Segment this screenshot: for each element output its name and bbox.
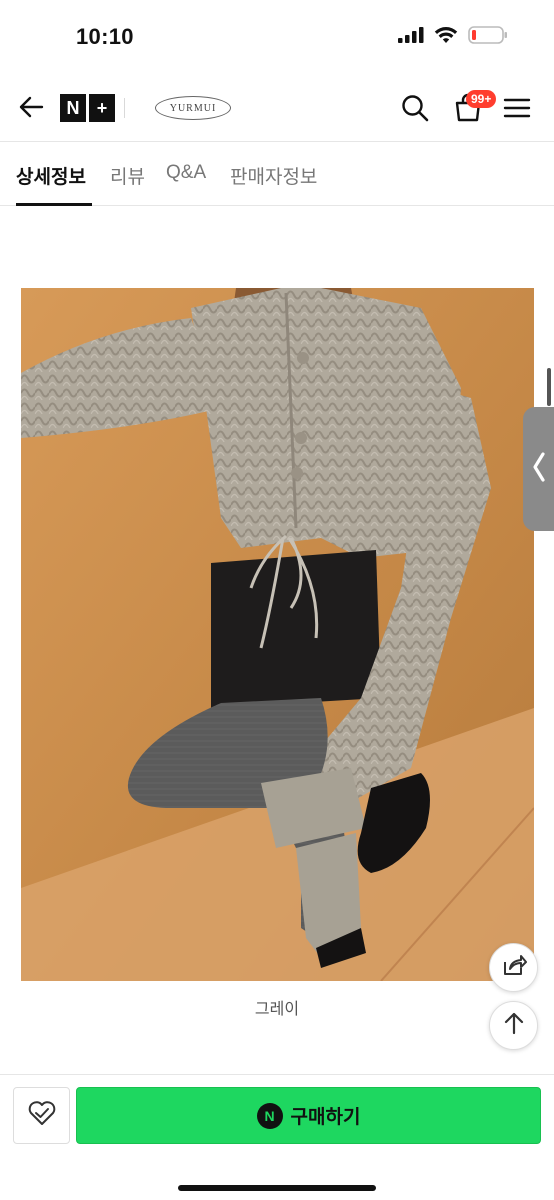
header: N + YURMUI 99+: [0, 76, 554, 142]
buy-button-label: 구매하기: [290, 1107, 361, 1128]
search-icon: [400, 95, 430, 127]
battery-low-icon: [468, 26, 508, 49]
image-caption: 그레이: [254, 1001, 300, 1018]
product-image[interactable]: [21, 288, 534, 981]
shopping-bag-icon: [452, 93, 484, 128]
brand-logo-text: YURMUI: [169, 102, 217, 114]
menu-button[interactable]: [503, 96, 531, 120]
back-button[interactable]: [16, 94, 46, 124]
wishlist-button[interactable]: [13, 1087, 70, 1144]
tab-detail-info[interactable]: 상세정보: [16, 162, 92, 206]
nplus-logo[interactable]: N +: [60, 94, 115, 122]
detail-tabs: 상세정보 리뷰 Q&A 판매자정보: [0, 142, 554, 206]
chevron-left-icon: [531, 450, 547, 489]
heart-check-icon: [27, 1099, 57, 1132]
arrow-up-icon: [503, 1011, 525, 1040]
header-divider: [124, 98, 125, 118]
bottom-action-bar: N 구매하기: [0, 1074, 554, 1200]
signal-icon: [398, 27, 424, 48]
tab-seller-info[interactable]: 판매자정보: [230, 162, 317, 206]
share-icon: [501, 953, 527, 982]
buy-button[interactable]: N 구매하기: [76, 1087, 541, 1144]
nplus-plus: +: [89, 94, 115, 122]
status-bar: 10:10: [0, 0, 554, 76]
status-icons: [398, 26, 508, 49]
npay-badge: N: [256, 1102, 283, 1129]
side-panel-handle[interactable]: [523, 407, 554, 531]
scroll-indicator[interactable]: [547, 368, 551, 406]
hamburger-icon: [503, 98, 531, 124]
tab-reviews[interactable]: 리뷰: [110, 162, 145, 206]
scroll-to-top-button[interactable]: [489, 1001, 538, 1050]
home-indicator[interactable]: [178, 1185, 376, 1191]
tab-qna[interactable]: Q&A: [166, 162, 206, 206]
share-button[interactable]: [489, 943, 538, 992]
nplus-n: N: [60, 94, 86, 122]
cart-count-badge: 99+: [466, 90, 497, 108]
arrow-left-icon: [18, 96, 44, 123]
brand-logo[interactable]: YURMUI: [155, 96, 231, 120]
wifi-icon: [434, 26, 458, 49]
status-time: 10:10: [76, 24, 134, 49]
search-button[interactable]: [400, 93, 430, 123]
